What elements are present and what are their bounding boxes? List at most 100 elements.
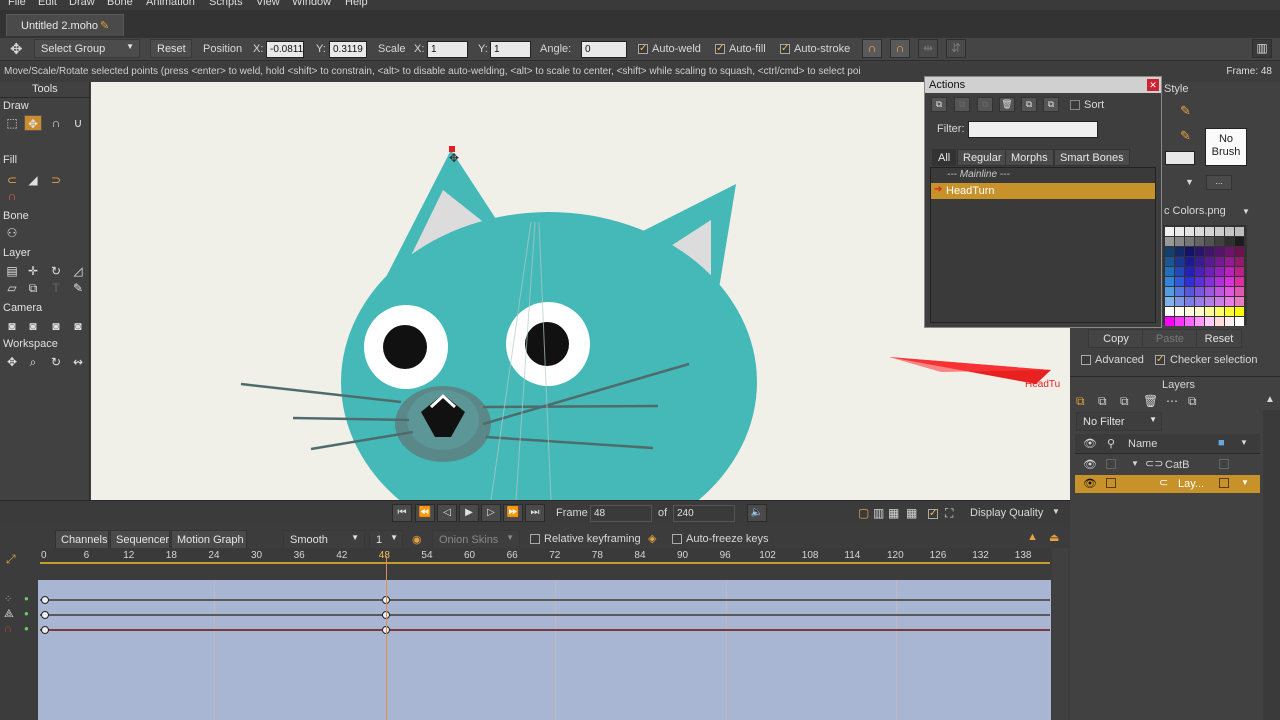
- camera-track-icon[interactable]: ◙: [3, 318, 21, 334]
- palette-swatch[interactable]: [1195, 257, 1204, 266]
- close-icon[interactable]: ✕: [1147, 79, 1159, 91]
- camera-pan-icon[interactable]: ◙: [69, 318, 87, 334]
- fill-color-icon[interactable]: ✎: [1180, 128, 1191, 144]
- palette-swatch[interactable]: [1175, 307, 1184, 316]
- action-item-mainline[interactable]: --- Mainline ---: [931, 168, 1155, 183]
- palette-swatch[interactable]: [1225, 277, 1234, 286]
- previous-frame-icon[interactable]: ◁: [437, 504, 457, 522]
- palette-swatch[interactable]: [1215, 297, 1224, 306]
- text-icon[interactable]: T: [47, 280, 65, 296]
- palette-swatch[interactable]: [1165, 277, 1174, 286]
- palette-swatch[interactable]: [1215, 287, 1224, 296]
- stroke-color-icon[interactable]: ✎: [1180, 103, 1191, 119]
- palette-swatch[interactable]: [1205, 267, 1214, 276]
- play-icon[interactable]: ▶: [459, 504, 479, 522]
- channel-track[interactable]: [40, 629, 1050, 631]
- palette-swatch[interactable]: [1215, 307, 1224, 316]
- eyedropper-icon[interactable]: ✎: [69, 280, 87, 296]
- sort-checkbox[interactable]: [1070, 100, 1080, 110]
- menu-help[interactable]: Help: [345, 0, 368, 8]
- select-points-icon[interactable]: ⬚: [3, 115, 21, 131]
- display-quality-label[interactable]: Display Quality: [970, 507, 1043, 519]
- fast-forward-icon[interactable]: ⏭: [525, 504, 545, 522]
- zoom-workspace-icon[interactable]: ⌕: [24, 354, 42, 370]
- palette-swatch[interactable]: [1165, 247, 1174, 256]
- palette-swatch[interactable]: [1195, 287, 1204, 296]
- total-frames-field[interactable]: 240: [673, 505, 735, 522]
- name-column-header[interactable]: Name: [1128, 438, 1157, 450]
- menu-window[interactable]: Window: [292, 0, 331, 8]
- angle-field[interactable]: 0: [581, 41, 627, 58]
- palette-swatch[interactable]: [1235, 307, 1244, 316]
- layer-name[interactable]: Lay...: [1178, 478, 1204, 490]
- interpolation-value-dropdown[interactable]: 1 ▼: [369, 530, 403, 549]
- duplicate-layer-icon[interactable]: ⧉: [1098, 394, 1107, 409]
- playhead[interactable]: [386, 556, 387, 720]
- palette-swatch[interactable]: [1165, 297, 1174, 306]
- rename-action-icon[interactable]: ⧉: [977, 97, 993, 112]
- palette-swatch[interactable]: [1205, 297, 1214, 306]
- set-origin-icon[interactable]: ▤: [3, 263, 21, 279]
- palette-swatch[interactable]: [1185, 277, 1194, 286]
- palette-swatch[interactable]: [1195, 267, 1204, 276]
- palette-swatch[interactable]: [1235, 317, 1244, 326]
- palette-swatch[interactable]: [1165, 267, 1174, 276]
- palette-name[interactable]: c Colors.png: [1164, 205, 1226, 217]
- scale-x-field[interactable]: 1: [427, 41, 468, 58]
- layer-row-catb[interactable]: 👁 ▼ ⊂⊃ CatB: [1075, 456, 1260, 474]
- shear-layer-icon[interactable]: ▱: [3, 280, 21, 296]
- actions-titlebar[interactable]: Actions: [925, 77, 1161, 93]
- palette-swatch[interactable]: [1175, 277, 1184, 286]
- flip-vertical-icon[interactable]: ⇵: [946, 39, 966, 58]
- palette-swatch[interactable]: [1205, 247, 1214, 256]
- palette-swatch[interactable]: [1195, 307, 1204, 316]
- palette-swatch[interactable]: [1165, 237, 1174, 246]
- advanced-checkbox[interactable]: [1081, 355, 1091, 365]
- palette-swatch[interactable]: [1225, 287, 1234, 296]
- palette-swatch[interactable]: [1195, 317, 1204, 326]
- palette-swatch[interactable]: [1235, 277, 1244, 286]
- view-grid-icon[interactable]: ▦: [906, 506, 917, 520]
- timeline-tracks[interactable]: [38, 580, 1051, 720]
- line-width-icon[interactable]: ∩: [3, 188, 21, 204]
- palette-swatch[interactable]: [1235, 237, 1244, 246]
- more-layer-icon[interactable]: ⋯: [1166, 394, 1178, 408]
- actions-tab-all[interactable]: All: [932, 149, 957, 166]
- lock-toggle[interactable]: [1106, 478, 1116, 488]
- palette-swatch[interactable]: [1185, 227, 1194, 236]
- chevron-down-icon[interactable]: ▼: [1242, 207, 1250, 216]
- scale-layer-icon[interactable]: ◿: [69, 263, 87, 279]
- palette-swatch[interactable]: [1205, 237, 1214, 246]
- group-layer-icon[interactable]: ⧉: [1120, 394, 1129, 409]
- orbit-workspace-icon[interactable]: ↭: [69, 354, 87, 370]
- layers-scrollbar[interactable]: [1263, 410, 1280, 720]
- menu-scripts[interactable]: Scripts: [209, 0, 243, 8]
- layer-row-selected[interactable]: 👁 ⊂ Lay... ▼: [1075, 475, 1260, 493]
- frame-field[interactable]: 48: [590, 505, 652, 522]
- paste-button[interactable]: Paste: [1142, 329, 1198, 348]
- menu-file[interactable]: File: [8, 0, 26, 8]
- document-tab[interactable]: Untitled 2.moho ✎: [6, 14, 124, 36]
- style-reset-button[interactable]: Reset: [1196, 329, 1242, 348]
- palette-swatch[interactable]: [1205, 317, 1214, 326]
- menu-animation[interactable]: Animation: [146, 0, 195, 8]
- stroke-icon[interactable]: ⊃: [47, 172, 65, 188]
- palette-swatch[interactable]: [1185, 307, 1194, 316]
- palette-swatch[interactable]: [1175, 257, 1184, 266]
- copy-button[interactable]: Copy: [1088, 329, 1144, 348]
- palette-swatch[interactable]: [1205, 307, 1214, 316]
- tab-motion-graph[interactable]: Motion Graph: [171, 530, 247, 550]
- layer-color-swatch[interactable]: [1219, 459, 1229, 469]
- chevron-down-icon[interactable]: ▼: [1131, 459, 1139, 468]
- layer-filter-dropdown[interactable]: No Filter ▼: [1076, 412, 1162, 431]
- palette-swatch[interactable]: [1235, 297, 1244, 306]
- layer-name[interactable]: CatB: [1165, 459, 1189, 471]
- palette-swatch[interactable]: [1215, 227, 1224, 236]
- delete-action-icon[interactable]: 🗑: [999, 97, 1015, 112]
- camera-roll-icon[interactable]: ◙: [47, 318, 65, 334]
- display-quality-icon[interactable]: ⛶: [945, 506, 953, 521]
- rotate-layer-icon[interactable]: ↻: [47, 263, 65, 279]
- timeline-scrollbar[interactable]: [1052, 548, 1068, 720]
- palette-swatch[interactable]: [1195, 277, 1204, 286]
- auto-weld-checkbox[interactable]: ✓: [638, 44, 648, 54]
